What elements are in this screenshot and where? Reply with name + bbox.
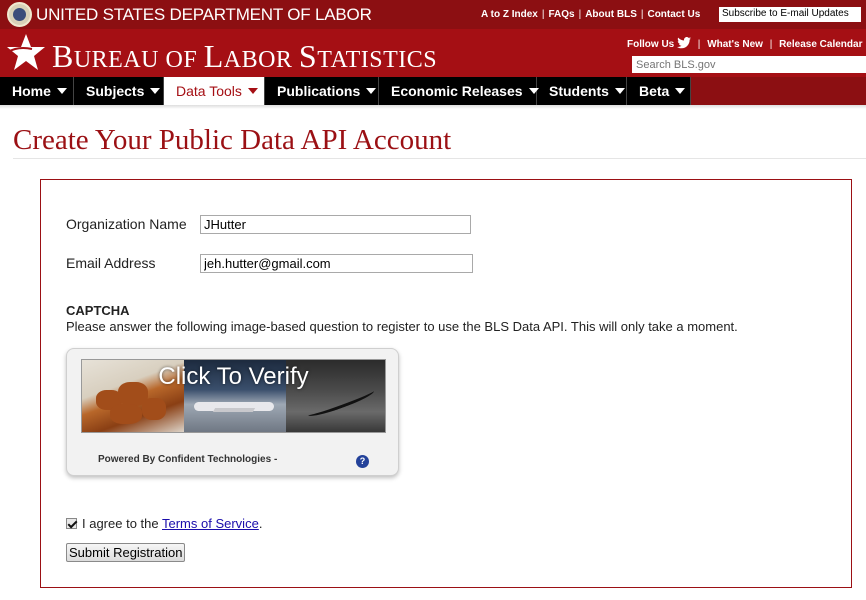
chevron-down-icon	[675, 88, 686, 94]
chevron-down-icon	[247, 88, 258, 94]
captcha-powered-by: Powered By Confident Technologies -	[98, 454, 278, 465]
captcha-click-to-verify[interactable]: Click To Verify	[81, 363, 386, 391]
agree-row: I agree to the Terms of Service.	[66, 516, 262, 531]
dol-title[interactable]: UNITED STATES DEPARTMENT OF LABOR	[36, 5, 372, 25]
page-title: Create Your Public Data API Account	[13, 124, 452, 156]
captcha-instructions: Please answer the following image-based …	[66, 319, 738, 334]
submit-registration-button[interactable]: Submit Registration	[66, 543, 186, 562]
twitter-bird-icon[interactable]	[677, 37, 692, 49]
whats-new-link[interactable]: What's New	[707, 39, 763, 50]
top-links: A to Z Index | FAQs | About BLS | Contact Us	[481, 9, 701, 20]
nav-economic-releases[interactable]: Economic Releases	[379, 77, 539, 105]
dol-seal-icon[interactable]	[7, 2, 32, 27]
link-about-bls[interactable]: About BLS	[585, 9, 637, 20]
nav-home[interactable]: Home	[0, 77, 74, 105]
nav-beta[interactable]: Beta	[627, 77, 691, 105]
link-contact-us[interactable]: Contact Us	[647, 9, 700, 20]
chevron-down-icon	[366, 88, 377, 94]
nav-shadow	[0, 105, 866, 109]
nav-subjects[interactable]: Subjects	[74, 77, 164, 105]
link-faqs[interactable]: FAQs	[548, 9, 574, 20]
follow-us-link[interactable]: Follow Us	[627, 39, 674, 50]
org-name-label: Organization Name	[66, 216, 187, 232]
nav-students[interactable]: Students	[537, 77, 627, 105]
nav-publications[interactable]: Publications	[265, 77, 379, 105]
title-divider	[13, 158, 866, 159]
bls-title[interactable]: BUREAU OF LABOR STATISTICS	[52, 39, 437, 77]
chevron-down-icon	[56, 88, 67, 94]
main-nav: Home Subjects Data Tools Publications Ec…	[0, 77, 866, 105]
link-a-to-z-index[interactable]: A to Z Index	[481, 9, 538, 20]
email-label: Email Address	[66, 255, 156, 271]
follow-row: Follow Us | What's New | Release Calenda…	[627, 37, 863, 50]
org-name-field[interactable]	[200, 215, 471, 234]
help-icon[interactable]: ?	[356, 455, 369, 468]
dol-topbar: UNITED STATES DEPARTMENT OF LABOR A to Z…	[0, 0, 866, 29]
bls-star-logo-icon[interactable]	[6, 32, 46, 72]
subscribe-email-input[interactable]: Subscribe to E-mail Updates	[719, 7, 861, 22]
email-field[interactable]	[200, 254, 473, 273]
captcha-heading: CAPTCHA	[66, 303, 130, 318]
chevron-down-icon	[614, 88, 625, 94]
release-calendar-link[interactable]: Release Calendar	[779, 39, 862, 50]
agree-checkbox[interactable]	[66, 518, 77, 529]
nav-data-tools[interactable]: Data Tools	[164, 77, 265, 105]
agree-label: I agree to the	[82, 516, 162, 531]
chevron-down-icon	[150, 88, 161, 94]
search-input[interactable]	[632, 56, 866, 73]
terms-of-service-link[interactable]: Terms of Service	[162, 516, 259, 531]
